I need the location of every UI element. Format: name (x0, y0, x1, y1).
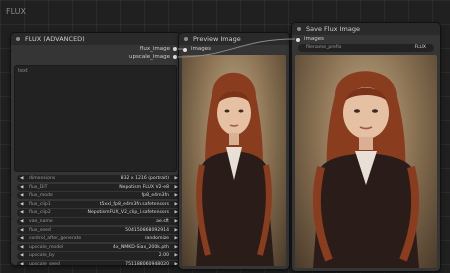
widget-flux-seed[interactable]: ◀ flux_seed 504150868092914 ▶ (17, 226, 180, 234)
widget-value: NepotismFUX_V2_clip_l.safetensors (87, 210, 169, 216)
output-upscale-image[interactable]: upscale_image (11, 53, 180, 61)
group-title: FLUX (6, 7, 26, 16)
collapse-dot-icon[interactable] (184, 37, 188, 41)
widget-value: fp8_e4m3fn (141, 193, 169, 199)
node-title: Preview Image (193, 35, 241, 43)
increment-arrow-icon[interactable]: ▶ (175, 261, 178, 265)
increment-arrow-icon[interactable]: ▶ (175, 201, 178, 208)
input-label: images (191, 46, 211, 52)
decrement-arrow-icon[interactable]: ◀ (20, 235, 23, 242)
decrement-arrow-icon[interactable]: ◀ (20, 175, 23, 182)
widget-flux-dit[interactable]: ◀ flux_DiT Nepotism FLUX V2-e8 ▶ (17, 183, 180, 191)
node-title-bar[interactable]: Save Flux Image (292, 23, 440, 35)
increment-arrow-icon[interactable]: ▶ (175, 209, 178, 216)
collapse-dot-icon[interactable] (16, 37, 20, 41)
widget-label: dimensions (29, 176, 56, 181)
widget-value: Nepotism FLUX V2-e8 (119, 184, 169, 190)
widget-flux-mode[interactable]: ◀ flux_mode fp8_e4m3fn ▶ (17, 192, 180, 200)
widget-upscale-by[interactable]: ◀ upscale_by 2.00 ▶ (17, 252, 180, 260)
decrement-arrow-icon[interactable]: ◀ (20, 218, 23, 225)
portrait-illustration (196, 72, 274, 266)
saved-image[interactable] (295, 55, 437, 268)
widget-value: 4x_NMKD-Siax_200k.pth (112, 244, 169, 250)
widget-upscale-model[interactable]: ◀ upscale_model 4x_NMKD-Siax_200k.pth ▶ (17, 243, 180, 251)
widget-dimensions[interactable]: ◀ dimensions 832 x 1216 (portrait) ▶ (17, 175, 180, 183)
prompt-textarea[interactable]: text (14, 65, 177, 172)
decrement-arrow-icon[interactable]: ◀ (20, 252, 23, 259)
decrement-arrow-icon[interactable]: ◀ (20, 261, 23, 265)
widget-vae-name[interactable]: ◀ vae_name ae.sft ▶ (17, 218, 180, 226)
preview-image-node[interactable]: Preview Image images (179, 33, 289, 269)
decrement-arrow-icon[interactable]: ◀ (20, 184, 23, 191)
node-title-bar[interactable]: FLUX (ADVANCED) (11, 33, 180, 45)
widget-flux-clip2[interactable]: ◀ flux_clip2 NepotismFUX_V2_clip_l.safeten… (17, 209, 180, 217)
widget-value: 504150868092914 (125, 227, 169, 233)
decrement-arrow-icon[interactable]: ◀ (20, 209, 23, 216)
input-port-icon[interactable] (296, 37, 300, 42)
node-title: Save Flux Image (306, 25, 360, 33)
increment-arrow-icon[interactable]: ▶ (175, 227, 178, 234)
decrement-arrow-icon[interactable]: ◀ (20, 201, 23, 208)
output-list: flux_image upscale_image (11, 45, 180, 61)
widget-value: 2.00 (158, 253, 169, 259)
decrement-arrow-icon[interactable]: ◀ (20, 192, 23, 199)
preview-image[interactable] (182, 55, 286, 266)
collapse-dot-icon[interactable] (297, 27, 301, 31)
widget-label: flux_clip2 (29, 210, 51, 216)
widget-label: flux_clip1 (29, 201, 51, 207)
increment-arrow-icon[interactable]: ▶ (175, 244, 178, 251)
widget-label: upscale_seed (29, 262, 60, 265)
widget-label: vae_name (29, 219, 53, 224)
widget-label: upscale_model (29, 244, 64, 250)
output-flux-image[interactable]: flux_image (11, 45, 180, 53)
widget-value: t5xxl_fp8_e4m3fn.safetensors (99, 201, 169, 207)
input-images[interactable]: images (292, 35, 440, 44)
increment-arrow-icon[interactable]: ▶ (175, 192, 178, 199)
widget-value: 751188060948020 (125, 262, 169, 265)
save-flux-image-node[interactable]: Save Flux Image images filename_prefix F… (292, 23, 440, 271)
output-label: upscale_image (128, 54, 170, 60)
increment-arrow-icon[interactable]: ▶ (175, 218, 178, 225)
widget-label: control_after_generate (29, 236, 82, 242)
prompt-text: text (18, 68, 28, 74)
widget-label: flux_DiT (29, 184, 48, 190)
node-title-bar[interactable]: Preview Image (179, 33, 289, 45)
widget-value: 832 x 1216 (portrait) (120, 176, 169, 181)
widget-flux-clip1[interactable]: ◀ flux_clip1 t5xxl_fp8_e4m3fn.safetensors ▶ (17, 200, 180, 208)
widget-value: ae.sft (156, 219, 169, 224)
input-images[interactable]: images (179, 45, 289, 54)
widget-upscale-seed[interactable]: ◀ upscale_seed 751188060948020 ▶ (17, 261, 180, 265)
widget-value: FLUX (414, 45, 426, 50)
widget-value: randomize (144, 236, 169, 242)
portrait-illustration (312, 71, 420, 268)
widget-label: filename_prefix (306, 45, 342, 50)
increment-arrow-icon[interactable]: ▶ (175, 235, 178, 242)
filename-prefix-widget[interactable]: filename_prefix FLUX (298, 44, 434, 52)
output-port-icon[interactable] (173, 55, 177, 59)
increment-arrow-icon[interactable]: ▶ (175, 184, 178, 191)
output-port-icon[interactable] (173, 47, 177, 51)
widget-label: upscale_by (29, 253, 55, 259)
input-label: images (304, 36, 324, 42)
node-title: FLUX (ADVANCED) (25, 35, 85, 43)
output-label: flux_image (139, 46, 170, 52)
widget-label: flux_mode (29, 193, 53, 199)
decrement-arrow-icon[interactable]: ◀ (20, 227, 23, 234)
widget-label: flux_seed (29, 227, 51, 233)
decrement-arrow-icon[interactable]: ◀ (20, 244, 23, 251)
widget-control-after-generate[interactable]: ◀ control_after_generate randomize ▶ (17, 235, 180, 243)
input-port-icon[interactable] (183, 47, 187, 52)
increment-arrow-icon[interactable]: ▶ (175, 175, 178, 182)
flux-advanced-node[interactable]: FLUX (ADVANCED) flux_image upscale_image… (11, 33, 180, 265)
increment-arrow-icon[interactable]: ▶ (175, 252, 178, 259)
